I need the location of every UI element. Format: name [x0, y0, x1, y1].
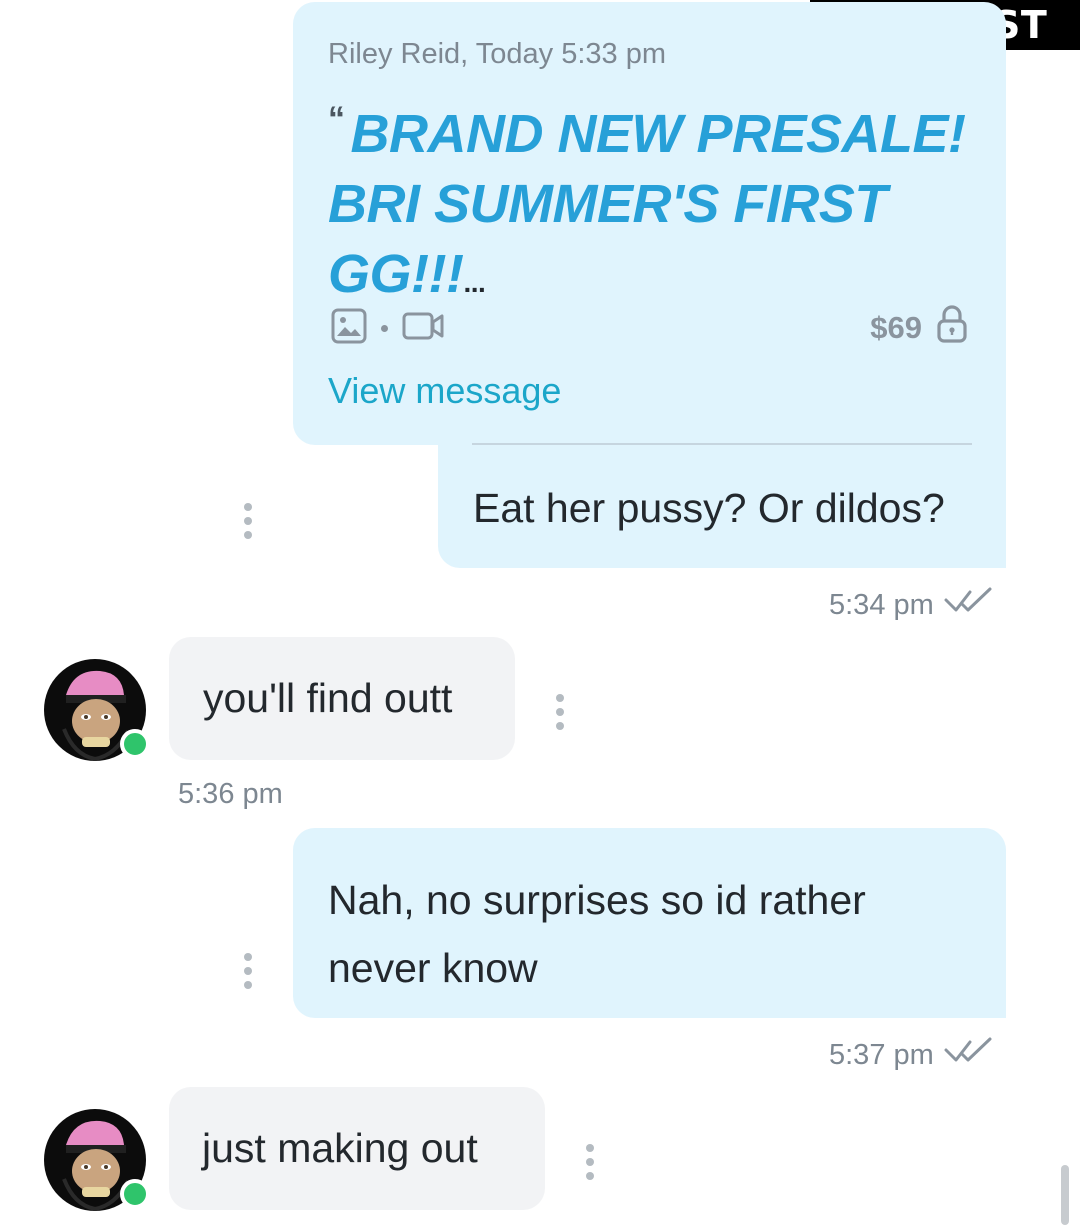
scrollbar[interactable] [1061, 1165, 1069, 1225]
message-bubble-incoming[interactable]: you'll find outt [169, 637, 515, 760]
message-timestamp: 5:34 pm [829, 586, 996, 624]
media-types [331, 308, 444, 349]
double-check-icon [944, 586, 996, 624]
message-text: Eat her pussy? Or dildos? [473, 485, 945, 531]
message-text: just making out [202, 1125, 478, 1171]
message-timestamp: 5:36 pm [178, 778, 283, 811]
timestamp-text: 5:37 pm [829, 1038, 934, 1071]
price-label: $69 [870, 310, 922, 345]
message-bubble-outgoing[interactable]: Eat her pussy? Or dildos? [438, 445, 1006, 568]
quote-ellipsis: ... [463, 267, 486, 298]
message-text: Nah, no surprises so id rather never kno… [328, 877, 866, 991]
online-status-indicator [120, 1179, 150, 1209]
view-message-link[interactable]: View message [328, 370, 561, 412]
avatar[interactable] [44, 659, 150, 761]
quote-body: BRAND NEW PRESALE! BRI SUMMER'S FIRST GG… [328, 104, 966, 304]
message-text: you'll find outt [203, 675, 453, 721]
separator-dot [381, 325, 388, 332]
video-icon [402, 311, 444, 346]
message-bubble-incoming[interactable]: just making out [169, 1087, 545, 1210]
timestamp-text: 5:34 pm [829, 588, 934, 621]
avatar[interactable] [44, 1109, 150, 1211]
quote-mark: “ [328, 100, 345, 138]
quoted-message-card[interactable]: Riley Reid, Today 5:33 pm “BRAND NEW PRE… [293, 2, 1006, 445]
quote-text: “BRAND NEW PRESALE! BRI SUMMER'S FIRST G… [328, 84, 968, 318]
image-icon [331, 308, 367, 349]
message-options-icon[interactable] [555, 694, 565, 730]
message-bubble-outgoing[interactable]: Nah, no surprises so id rather never kno… [293, 828, 1006, 1018]
online-status-indicator [120, 729, 150, 759]
double-check-icon [944, 1036, 996, 1074]
lock-icon [936, 304, 968, 352]
message-timestamp: 5:37 pm [829, 1036, 996, 1074]
price-lock: $69 [870, 304, 968, 352]
message-options-icon[interactable] [585, 1144, 595, 1180]
quote-sender-meta: Riley Reid, Today 5:33 pm [328, 38, 666, 70]
timestamp-text: 5:36 pm [178, 778, 283, 810]
message-options-icon[interactable] [243, 503, 253, 539]
message-options-icon[interactable] [243, 953, 253, 989]
